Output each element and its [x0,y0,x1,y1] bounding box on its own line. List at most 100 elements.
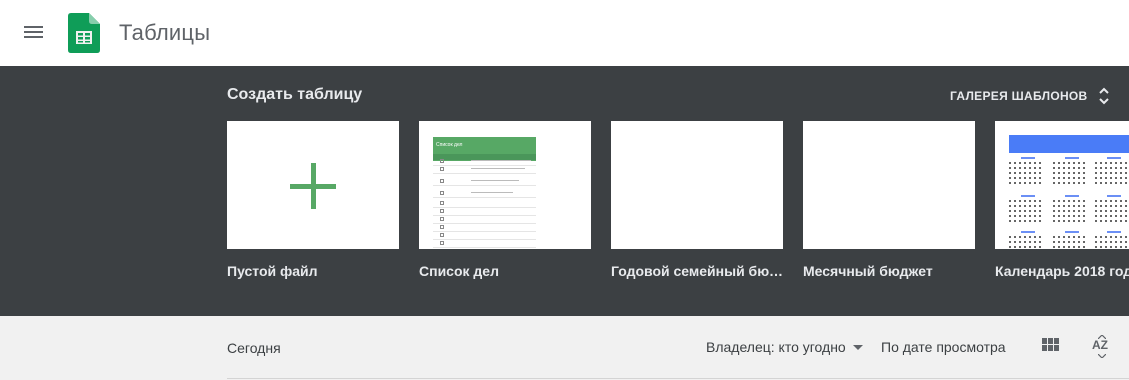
template-thumbnail[interactable] [803,121,975,249]
preview-text-line [471,180,519,181]
calendar-day-cell [1063,182,1065,184]
sort-by-last-viewed[interactable]: По дате просмотра [881,339,1006,355]
calendar-day-cell [1078,177,1080,179]
calendar-day-cell [1009,200,1011,202]
calendar-day-cell [1125,241,1127,243]
calendar-day-cell [1019,200,1021,202]
calendar-day-cell [1115,215,1117,217]
calendar-day-cell [1105,236,1107,238]
calendar-day-cell [1039,220,1041,222]
calendar-day-cell [1053,167,1055,169]
template-card-monthly-budget[interactable]: Месячный бюджет [803,121,975,279]
calendar-day-cell [1110,182,1112,184]
calendar-day-cell [1019,172,1021,174]
preview-checkbox [440,241,444,245]
calendar-day-cell [1009,162,1011,164]
calendar-day-cell [1120,205,1122,207]
calendar-day-cell [1058,205,1060,207]
calendar-day-cell [1039,246,1041,248]
calendar-day-cell [1095,246,1097,248]
calendar-day-cell [1019,162,1021,164]
calendar-preview[interactable] [995,121,1129,249]
calendar-day-cell [1073,162,1075,164]
calendar-day-cell [1034,246,1036,248]
calendar-day-cell [1063,200,1065,202]
app-header: Таблицы [0,0,1129,66]
calendar-month-label [1021,231,1035,233]
grid-view-icon[interactable] [1042,338,1060,354]
calendar-day-cell [1068,220,1070,222]
calendar-day-cell [1083,241,1085,243]
calendar-day-cell [1019,246,1021,248]
template-card-blank[interactable]: Пустой файл [227,121,399,279]
calendar-day-cell [1115,241,1117,243]
calendar-day-cell [1034,241,1036,243]
calendar-day-cell [1034,200,1036,202]
calendar-day-cell [1100,210,1102,212]
create-spreadsheet-title: Создать таблицу [227,86,363,103]
preview-checkbox [440,201,444,205]
app-title[interactable]: Таблицы [119,20,210,46]
calendar-day-cell [1095,182,1097,184]
calendar-day-cell [1073,236,1075,238]
calendar-day-cell [1034,167,1036,169]
calendar-day-cell [1058,172,1060,174]
calendar-day-cell [1083,162,1085,164]
calendar-day-cell [1039,182,1041,184]
calendar-day-cell [1034,236,1036,238]
preview-row-divider [433,247,536,248]
calendar-day-cell [1120,177,1122,179]
calendar-day-cell [1125,162,1127,164]
calendar-day-cell [1039,205,1041,207]
calendar-month-label [1107,195,1121,197]
calendar-day-cell [1039,215,1041,217]
calendar-day-cell [1058,162,1060,164]
calendar-day-cell [1058,236,1060,238]
calendar-day-cell [1105,241,1107,243]
calendar-day-cell [1014,246,1016,248]
calendar-day-cell [1034,182,1036,184]
calendar-day-cell [1014,210,1016,212]
calendar-day-cell [1029,182,1031,184]
calendar-day-cell [1095,220,1097,222]
calendar-day-cell [1063,172,1065,174]
calendar-day-cell [1014,167,1016,169]
template-card-annual-budget[interactable]: Годовой семейный бюджет [611,121,783,279]
calendar-day-cell [1125,167,1127,169]
todo-list-preview[interactable]: Список дел [419,121,591,249]
calendar-day-cell [1029,167,1031,169]
sheets-logo-icon[interactable] [68,13,100,53]
template-thumbnail[interactable] [227,121,399,249]
calendar-day-cell [1014,182,1016,184]
calendar-day-cell [1095,215,1097,217]
calendar-day-cell [1009,215,1011,217]
calendar-day-cell [1058,210,1060,212]
hamburger-menu-icon[interactable] [22,22,46,44]
calendar-day-cell [1029,241,1031,243]
template-gallery-button[interactable]: ГАЛЕРЕЯ ШАБЛОНОВ [950,86,1110,106]
calendar-day-cell [1115,205,1117,207]
preview-checkbox [440,191,444,195]
calendar-day-cell [1024,220,1026,222]
sort-az-icon[interactable]: AZ [1092,335,1112,359]
calendar-day-cell [1029,215,1031,217]
owner-filter-dropdown[interactable]: Владелец: кто угодно [706,339,863,355]
template-thumbnail[interactable] [611,121,783,249]
calendar-day-cell [1034,162,1036,164]
template-card-todo[interactable]: Список дел Список дел [419,121,591,279]
calendar-day-cell [1058,215,1060,217]
calendar-day-cell [1125,246,1127,248]
plus-icon [290,163,336,209]
chevron-down-icon [852,344,863,350]
list-divider [227,378,1129,379]
calendar-day-cell [1100,182,1102,184]
calendar-day-cell [1083,182,1085,184]
calendar-month-label [1065,231,1079,233]
calendar-day-cell [1105,246,1107,248]
calendar-day-cell [1063,205,1065,207]
template-card-calendar[interactable]: Календарь 2018 год [995,121,1129,279]
calendar-day-cell [1115,246,1117,248]
calendar-day-cell [1053,205,1055,207]
calendar-day-cell [1014,241,1016,243]
calendar-day-cell [1078,167,1080,169]
